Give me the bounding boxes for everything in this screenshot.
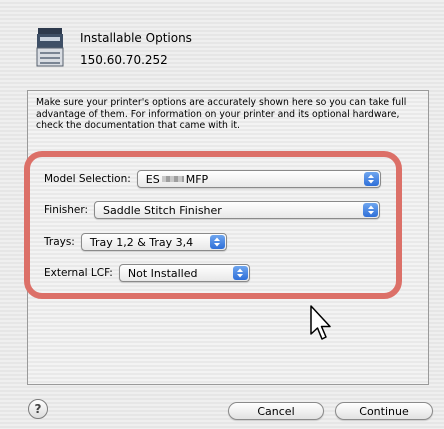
- finisher-row: Finisher: Saddle Stitch Finisher: [44, 201, 381, 219]
- model-selection-row: Model Selection: ES MFP: [44, 170, 381, 188]
- external-lcf-popup[interactable]: Not Installed: [118, 264, 250, 282]
- intro-text: Make sure your printer's options are acc…: [36, 97, 407, 131]
- finisher-value: Saddle Stitch Finisher: [103, 203, 222, 217]
- external-lcf-row: External LCF: Not Installed: [44, 264, 250, 282]
- finisher-popup[interactable]: Saddle Stitch Finisher: [94, 201, 381, 219]
- dialog-title: Installable Options: [80, 31, 192, 45]
- help-button[interactable]: ?: [28, 399, 48, 419]
- trays-value: Tray 1,2 & Tray 3,4: [89, 235, 194, 249]
- model-value-suffix: MFP: [185, 172, 209, 186]
- mouse-pointer-icon: [310, 305, 331, 340]
- model-value-prefix: ES: [145, 172, 160, 186]
- external-lcf-label: External LCF:: [44, 267, 113, 279]
- model-selection-value: ES MFP: [146, 173, 208, 186]
- external-lcf-value: Not Installed: [127, 266, 198, 280]
- popup-arrows-icon: [209, 235, 225, 249]
- trays-label: Trays:: [44, 236, 75, 248]
- popup-arrows-icon: [363, 203, 379, 217]
- continue-button[interactable]: Continue: [335, 402, 433, 420]
- redacted-mark: [161, 176, 184, 182]
- trays-popup[interactable]: Tray 1,2 & Tray 3,4: [80, 233, 227, 251]
- model-selection-popup[interactable]: ES MFP: [136, 170, 381, 188]
- model-selection-label: Model Selection:: [44, 173, 131, 185]
- trays-row: Trays: Tray 1,2 & Tray 3,4: [44, 233, 227, 251]
- printer-address: 150.60.70.252: [80, 53, 168, 67]
- cancel-button[interactable]: Cancel: [228, 402, 324, 420]
- popup-arrows-icon: [363, 172, 379, 186]
- finisher-label: Finisher:: [44, 204, 89, 216]
- popup-arrows-icon: [232, 266, 248, 280]
- printer-icon: [36, 28, 64, 67]
